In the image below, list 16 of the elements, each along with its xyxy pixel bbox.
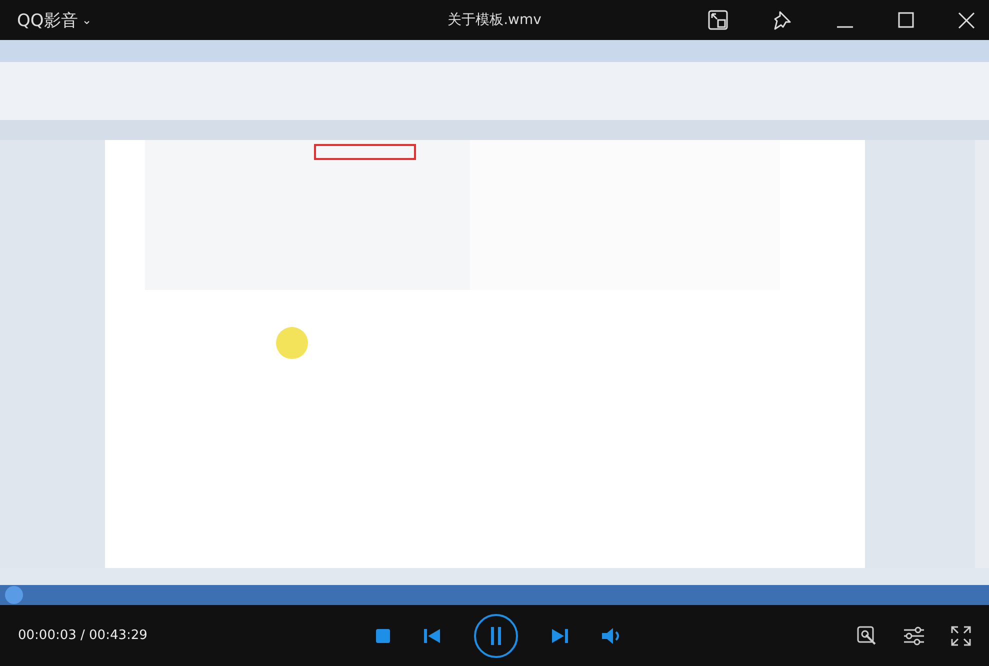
- play-pause-button[interactable]: [474, 614, 518, 658]
- time-display: 00:00:03 / 00:43:29: [18, 628, 148, 643]
- maximize-icon[interactable]: [898, 12, 914, 28]
- previous-icon[interactable]: [424, 628, 440, 644]
- fullscreen-icon[interactable]: [951, 626, 971, 646]
- toolbox-icon[interactable]: [857, 626, 877, 646]
- pin-icon[interactable]: [772, 10, 792, 30]
- next-icon[interactable]: [552, 628, 568, 644]
- stop-icon[interactable]: [376, 628, 390, 642]
- settings-icon[interactable]: [903, 626, 925, 646]
- window-title: 关于模板.wmv: [448, 11, 542, 29]
- app-title[interactable]: QQ影音: [17, 8, 78, 32]
- mini-mode-icon[interactable]: [708, 10, 728, 30]
- close-icon[interactable]: [958, 12, 975, 28]
- menu-caret[interactable]: ⌄: [82, 14, 92, 26]
- volume-icon[interactable]: [602, 628, 622, 644]
